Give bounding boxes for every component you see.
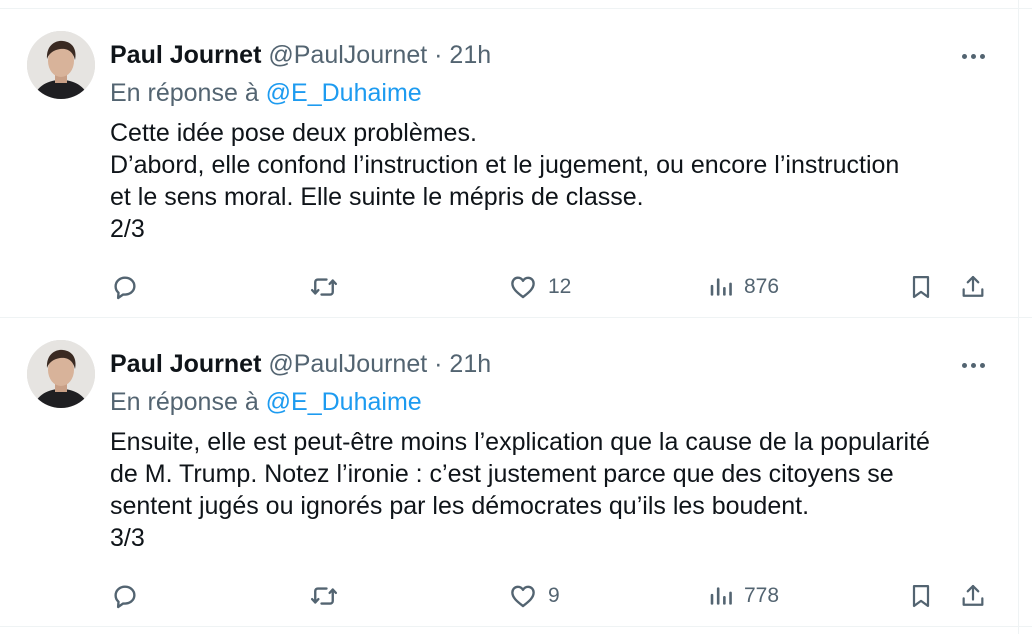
views-button[interactable]: 778 (708, 580, 779, 612)
share-icon (962, 584, 984, 606)
tweet-text-line: de M. Trump. Notez l’ironie : c’est just… (110, 460, 894, 488)
divider (0, 626, 1032, 627)
tweet-text-line: D’abord, elle confond l’instruction et l… (110, 151, 900, 179)
avatar[interactable] (27, 31, 95, 99)
bookmark-button[interactable] (907, 271, 935, 303)
tweet-text-line: et le sens moral. Elle suinte le mépris … (110, 183, 644, 211)
tweet-text-line: Cette idée pose deux problèmes. (110, 119, 477, 147)
bookmark-icon (912, 584, 930, 608)
retweet-icon (310, 278, 338, 296)
tweet-header: Paul Journet @PaulJournet · 21h (110, 349, 491, 379)
reply-context: En réponse à @E_Duhaime (110, 387, 422, 417)
reply-prefix: En réponse à (110, 79, 266, 107)
tweet-feed: Paul Journet @PaulJournet · 21h En répon… (0, 0, 1032, 634)
author-name[interactable]: Paul Journet (110, 41, 261, 69)
view-count: 778 (744, 584, 780, 607)
timestamp[interactable]: 21h (449, 350, 491, 378)
bar-chart-icon (710, 278, 732, 296)
reply-button[interactable] (110, 580, 140, 612)
heart-icon (511, 585, 535, 608)
share-button[interactable] (959, 580, 987, 612)
separator: · (434, 41, 443, 69)
separator: · (434, 350, 443, 378)
retweet-icon (310, 587, 338, 605)
reply-mention-link[interactable]: @E_Duhaime (266, 388, 422, 416)
bookmark-button[interactable] (907, 580, 935, 612)
tweet-text: Ensuite, elle est peut-être moins l’expl… (110, 426, 990, 554)
bar-chart-icon (710, 587, 732, 605)
author-handle[interactable]: @PaulJournet (268, 41, 427, 69)
tweet[interactable]: Paul Journet @PaulJournet · 21h En répon… (0, 318, 1018, 626)
share-button[interactable] (959, 271, 987, 303)
heart-icon (511, 276, 535, 299)
retweet-button[interactable] (308, 580, 340, 612)
tweet-text-line: Ensuite, elle est peut-être moins l’expl… (110, 428, 930, 456)
timestamp[interactable]: 21h (449, 41, 491, 69)
share-icon (962, 275, 984, 297)
tweet-text-line: 3/3 (110, 524, 145, 552)
retweet-button[interactable] (308, 271, 340, 303)
tweet[interactable]: Paul Journet @PaulJournet · 21h En répon… (0, 9, 1018, 317)
views-button[interactable]: 876 (708, 271, 779, 303)
reply-prefix: En réponse à (110, 388, 266, 416)
tweet-header: Paul Journet @PaulJournet · 21h (110, 40, 491, 70)
more-icon[interactable] (958, 43, 990, 67)
speech-bubble-icon (114, 276, 136, 300)
more-icon[interactable] (958, 352, 990, 376)
speech-bubble-icon (114, 585, 136, 609)
bookmark-icon (912, 275, 930, 299)
like-button[interactable]: 12 (508, 271, 571, 303)
avatar[interactable] (27, 340, 95, 408)
tweet-text-line: 2/3 (110, 215, 145, 243)
tweet-text-line: sentent jugés ou ignorés par les démocra… (110, 492, 810, 520)
author-handle[interactable]: @PaulJournet (268, 350, 427, 378)
like-count: 9 (548, 584, 560, 607)
tweet-text: Cette idée pose deux problèmes. D’abord,… (110, 117, 990, 245)
author-name[interactable]: Paul Journet (110, 350, 261, 378)
like-button[interactable]: 9 (508, 580, 560, 612)
like-count: 12 (548, 275, 572, 298)
reply-button[interactable] (110, 271, 140, 303)
reply-context: En réponse à @E_Duhaime (110, 78, 422, 108)
reply-mention-link[interactable]: @E_Duhaime (266, 79, 422, 107)
view-count: 876 (744, 275, 780, 298)
